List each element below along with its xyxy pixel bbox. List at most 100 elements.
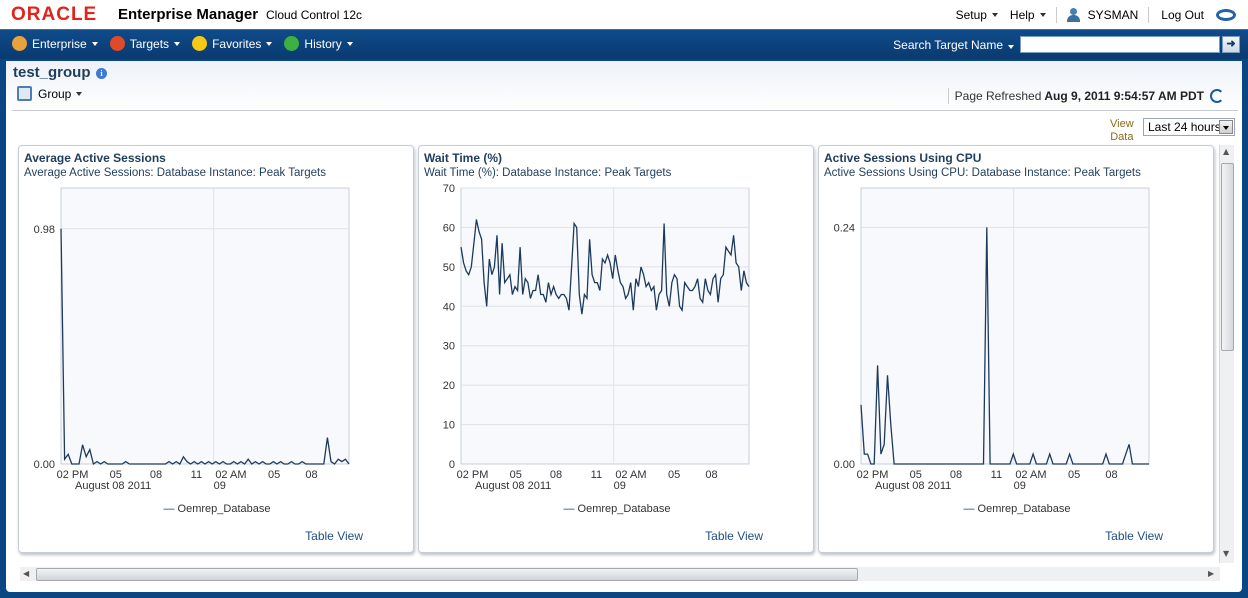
view-label: View: [1110, 118, 1134, 130]
y-tick-label: 0: [449, 459, 455, 471]
setup-label: Setup: [955, 8, 987, 22]
horizontal-scrollbar[interactable]: ◀ ▶: [20, 567, 1220, 581]
oracle-logo: ORACLE: [11, 4, 98, 25]
cube-icon: [12, 36, 27, 51]
y-tick-label: 0.24: [834, 222, 855, 234]
chart-title: Active Sessions Using CPU: [824, 151, 982, 165]
chart-title: Wait Time (%): [424, 151, 503, 165]
scroll-right-icon[interactable]: ▶: [1208, 569, 1214, 578]
y-tick-label: 50: [443, 262, 455, 274]
nav-label: Targets: [129, 36, 170, 51]
x-tick-label: 05: [268, 469, 280, 481]
x-tick-label: 05: [668, 469, 680, 481]
x-date-label: August 08 2011: [475, 480, 551, 492]
refresh-icon[interactable]: [1210, 89, 1224, 103]
group-menu-label: Group: [38, 86, 72, 101]
product-edition: Cloud Control 12c: [266, 8, 363, 22]
refreshed-label: Page Refreshed: [954, 89, 1042, 103]
setup-menu[interactable]: Setup: [956, 8, 998, 22]
nav-history[interactable]: History: [284, 36, 353, 51]
horizontal-scroll-thumb[interactable]: [36, 568, 858, 581]
x-tick-label: 08: [705, 469, 717, 481]
x-tick-label: 11: [591, 469, 602, 481]
table-view-link[interactable]: Table View: [705, 529, 763, 543]
arrow-right-icon: ➜: [1226, 38, 1236, 50]
star-icon: [192, 36, 208, 51]
search-target-type-menu[interactable]: Search Target Name: [893, 38, 1014, 52]
scroll-left-icon[interactable]: ◀: [23, 569, 29, 578]
y-tick-label: 0.98: [34, 224, 55, 236]
legend-label: Oemrep_Database: [177, 503, 271, 515]
y-tick-label: 10: [443, 420, 455, 432]
chevron-down-icon: [991, 13, 998, 17]
y-tick-label: 0.00: [834, 459, 855, 471]
vertical-scroll-thumb[interactable]: [1221, 163, 1234, 351]
user-name[interactable]: SYSMAN: [1088, 8, 1139, 22]
scroll-down-icon[interactable]: ▼: [1223, 549, 1229, 558]
search-target-input[interactable]: [1020, 36, 1220, 53]
line-chart: 01020304050607002 PM 05 08 11 02 AM 05 08Augus…: [443, 184, 750, 492]
chart-panel: Active Sessions Using CPU Active Sessions…: [818, 145, 1214, 553]
info-icon[interactable]: i: [96, 68, 107, 79]
legend-label: Oemrep_Database: [977, 503, 1071, 515]
x-date-label: August 08 2011: [75, 480, 151, 492]
y-tick-label: 0.00: [34, 459, 55, 471]
search-label: Search Target Name: [893, 37, 1003, 52]
chevron-down-icon: [91, 41, 98, 46]
chevron-down-icon: [1008, 44, 1014, 49]
line-chart: 0.000.9802 PM 05 08 11 02 AM 05 08August 08 20…: [34, 187, 350, 492]
view-data-value: Last 24 hours: [1148, 120, 1221, 134]
page-title: test_group: [13, 64, 91, 81]
legend-label: Oemrep_Database: [577, 503, 671, 515]
x-tick-label: 08: [550, 469, 562, 481]
search-go-button[interactable]: ➜: [1222, 36, 1240, 53]
chart-legend: — Oemrep_Database: [419, 503, 815, 515]
line-chart: 0.000.2402 PM 05 08 11 02 AM 05 08August 08 20…: [834, 187, 1150, 492]
x-date-label: 09: [1014, 480, 1026, 492]
logout-link[interactable]: Log Out: [1161, 8, 1204, 22]
chart-subtitle: Average Active Sessions: Database Instan…: [24, 167, 326, 179]
nav-enterprise[interactable]: Enterprise: [12, 36, 98, 51]
nav-targets[interactable]: Targets: [109, 36, 181, 51]
chart-panel: Average Active Sessions Average Active Se…: [18, 145, 414, 553]
help-label: Help: [1009, 8, 1035, 22]
chart-subtitle: Wait Time (%): Database Instance: Peak T…: [424, 167, 672, 179]
table-view-link[interactable]: Table View: [305, 529, 363, 543]
main-nav: Enterprise Targets Favorites History Search…: [0, 29, 1248, 59]
table-view-link[interactable]: Table View: [1105, 529, 1163, 543]
x-tick-label: 08: [950, 469, 962, 481]
legend-swatch: —: [963, 503, 975, 515]
nav-favorites[interactable]: Favorites: [192, 36, 273, 51]
plot-area: [460, 187, 750, 465]
x-date-label: 09: [214, 480, 226, 492]
x-tick-label: 05: [1068, 469, 1080, 481]
page-refresh: Page Refreshed Aug 9, 2011 9:54:57 AM PD…: [947, 88, 1224, 104]
x-date-label: 09: [614, 480, 626, 492]
chevron-down-icon: [266, 41, 273, 46]
nav-label: Favorites: [212, 36, 262, 51]
help-menu[interactable]: Help: [1010, 8, 1046, 22]
x-tick-label: 11: [191, 469, 202, 481]
content-area: test_group i Group Page Refreshed Aug 9,…: [6, 61, 1242, 592]
nav-label: Enterprise: [32, 36, 87, 51]
scroll-up-icon[interactable]: ▲: [1223, 147, 1229, 156]
chart-title: Average Active Sessions: [24, 151, 166, 165]
y-tick-label: 20: [443, 380, 455, 392]
vertical-scrollbar[interactable]: ▲ ▼: [1219, 145, 1234, 563]
y-tick-label: 60: [443, 222, 455, 234]
group-menu[interactable]: Group: [17, 86, 83, 101]
legend-swatch: —: [563, 503, 575, 515]
view-data-select[interactable]: Last 24 hours: [1143, 118, 1235, 136]
y-tick-label: 40: [443, 301, 455, 313]
chevron-down-icon: [174, 41, 181, 46]
x-tick-label: 11: [991, 469, 1002, 481]
divider: [1148, 7, 1150, 23]
clock-icon: [284, 36, 300, 51]
header-divider: [12, 110, 1238, 111]
divider: [947, 88, 949, 104]
x-tick-label: 08: [305, 469, 317, 481]
x-tick-label: 08: [1105, 469, 1117, 481]
oracle-o-icon: [1216, 9, 1236, 21]
view-data-label: View Data: [1110, 118, 1134, 144]
dropdown-button[interactable]: [1219, 120, 1233, 134]
